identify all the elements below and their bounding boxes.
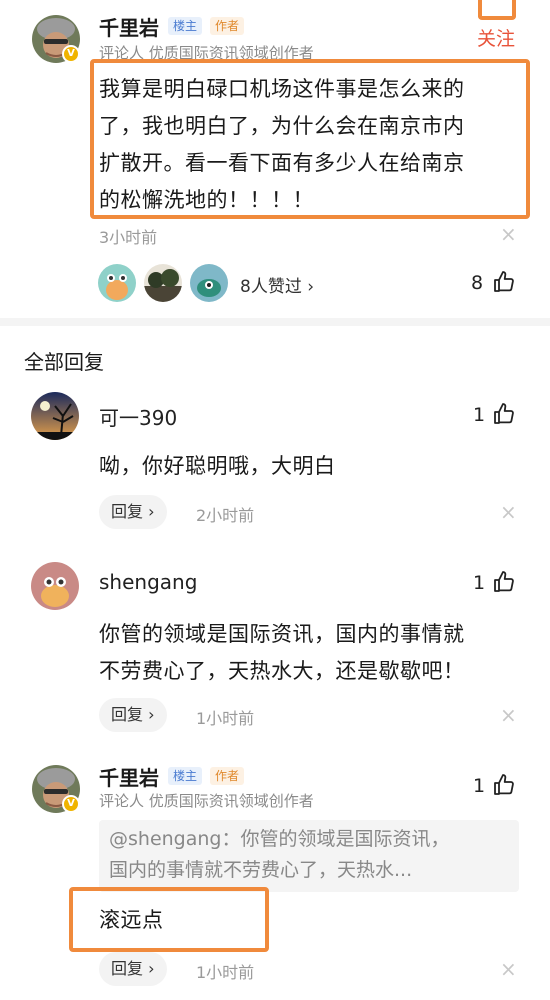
close-icon[interactable]: ×: [500, 705, 517, 725]
reply-text: 你管的领域是国际资讯，国内的事情就 不劳费心了，天热水大，还是歇歇吧！: [99, 616, 465, 690]
reply-text: 滚远点: [99, 902, 164, 939]
thumbs-up-icon[interactable]: [492, 773, 516, 797]
reply-line: 不劳费心了，天热水大，还是歇歇吧！: [99, 659, 465, 683]
author-tag: 作者: [210, 17, 245, 35]
reply-author[interactable]: shengang: [99, 570, 197, 594]
section-divider: [0, 318, 550, 326]
vip-badge-icon: V: [62, 795, 80, 813]
comment-line: 的松懈洗地的！！！！: [99, 188, 314, 212]
reply-like-count: 1: [473, 775, 486, 797]
reply-avatar[interactable]: [31, 562, 79, 610]
quote-line: 国内的事情就不劳费心了，天热水...: [109, 859, 413, 881]
author-subtitle: 评论人 优质国际资讯领域创作者: [99, 792, 314, 810]
reply-button[interactable]: 回复 ›: [99, 495, 167, 529]
quote-line: @shengang：你管的领域是国际资讯，: [109, 828, 450, 850]
reply-time: 1小时前: [196, 709, 255, 728]
reply-time: 2小时前: [196, 506, 255, 525]
section-title: 全部回复: [24, 350, 104, 374]
owner-tag: 楼主: [168, 767, 203, 785]
reply-author[interactable]: 千里岩: [99, 762, 159, 791]
thumbs-up-icon[interactable]: [492, 270, 516, 294]
liker-avatar[interactable]: [98, 264, 136, 302]
reply-text: 呦，你好聪明哦，大明白: [99, 448, 336, 485]
reply-line: 滚远点: [99, 908, 164, 932]
comment-text: 我算是明白碌口机场这件事是怎么来的 了，我也明白了，为什么会在南京市内 扩散开。…: [99, 71, 523, 219]
comment-time: 3小时前: [99, 228, 158, 247]
reply-time: 1小时前: [196, 963, 255, 982]
reply-line: 呦，你好聪明哦，大明白: [99, 454, 336, 478]
owner-tag: 楼主: [168, 17, 203, 35]
liker-avatar[interactable]: [190, 264, 228, 302]
vip-badge-icon: V: [62, 45, 80, 63]
likers-link[interactable]: 8人赞过 ›: [240, 272, 314, 297]
comment-line: 我算是明白碌口机场这件事是怎么来的: [99, 77, 465, 101]
reply-button[interactable]: 回复 ›: [99, 952, 167, 986]
reply-author[interactable]: 可一390: [99, 402, 177, 431]
thumbs-up-icon[interactable]: [492, 570, 516, 594]
comment-line: 扩散开。看一看下面有多少人在给南京: [99, 151, 465, 175]
close-icon[interactable]: ×: [500, 502, 517, 522]
close-icon[interactable]: ×: [500, 959, 517, 979]
reply-like-count: 1: [473, 404, 486, 426]
thumbs-up-icon[interactable]: [492, 402, 516, 426]
close-icon[interactable]: ×: [500, 224, 517, 244]
reply-like-count: 1: [473, 572, 486, 594]
follow-highlight: [478, 0, 516, 20]
reply-line: 你管的领域是国际资讯，国内的事情就: [99, 622, 465, 646]
quoted-reply[interactable]: @shengang：你管的领域是国际资讯， 国内的事情就不劳费心了，天热水...: [99, 820, 519, 892]
reply-button[interactable]: 回复 ›: [99, 698, 167, 732]
author-name[interactable]: 千里岩: [99, 12, 159, 41]
like-count: 8: [471, 272, 484, 294]
comment-line: 了，我也明白了，为什么会在南京市内: [99, 114, 465, 138]
reply-avatar[interactable]: [31, 392, 79, 440]
follow-button[interactable]: 关注: [477, 24, 515, 51]
liker-avatar[interactable]: [144, 264, 182, 302]
author-tag: 作者: [210, 767, 245, 785]
